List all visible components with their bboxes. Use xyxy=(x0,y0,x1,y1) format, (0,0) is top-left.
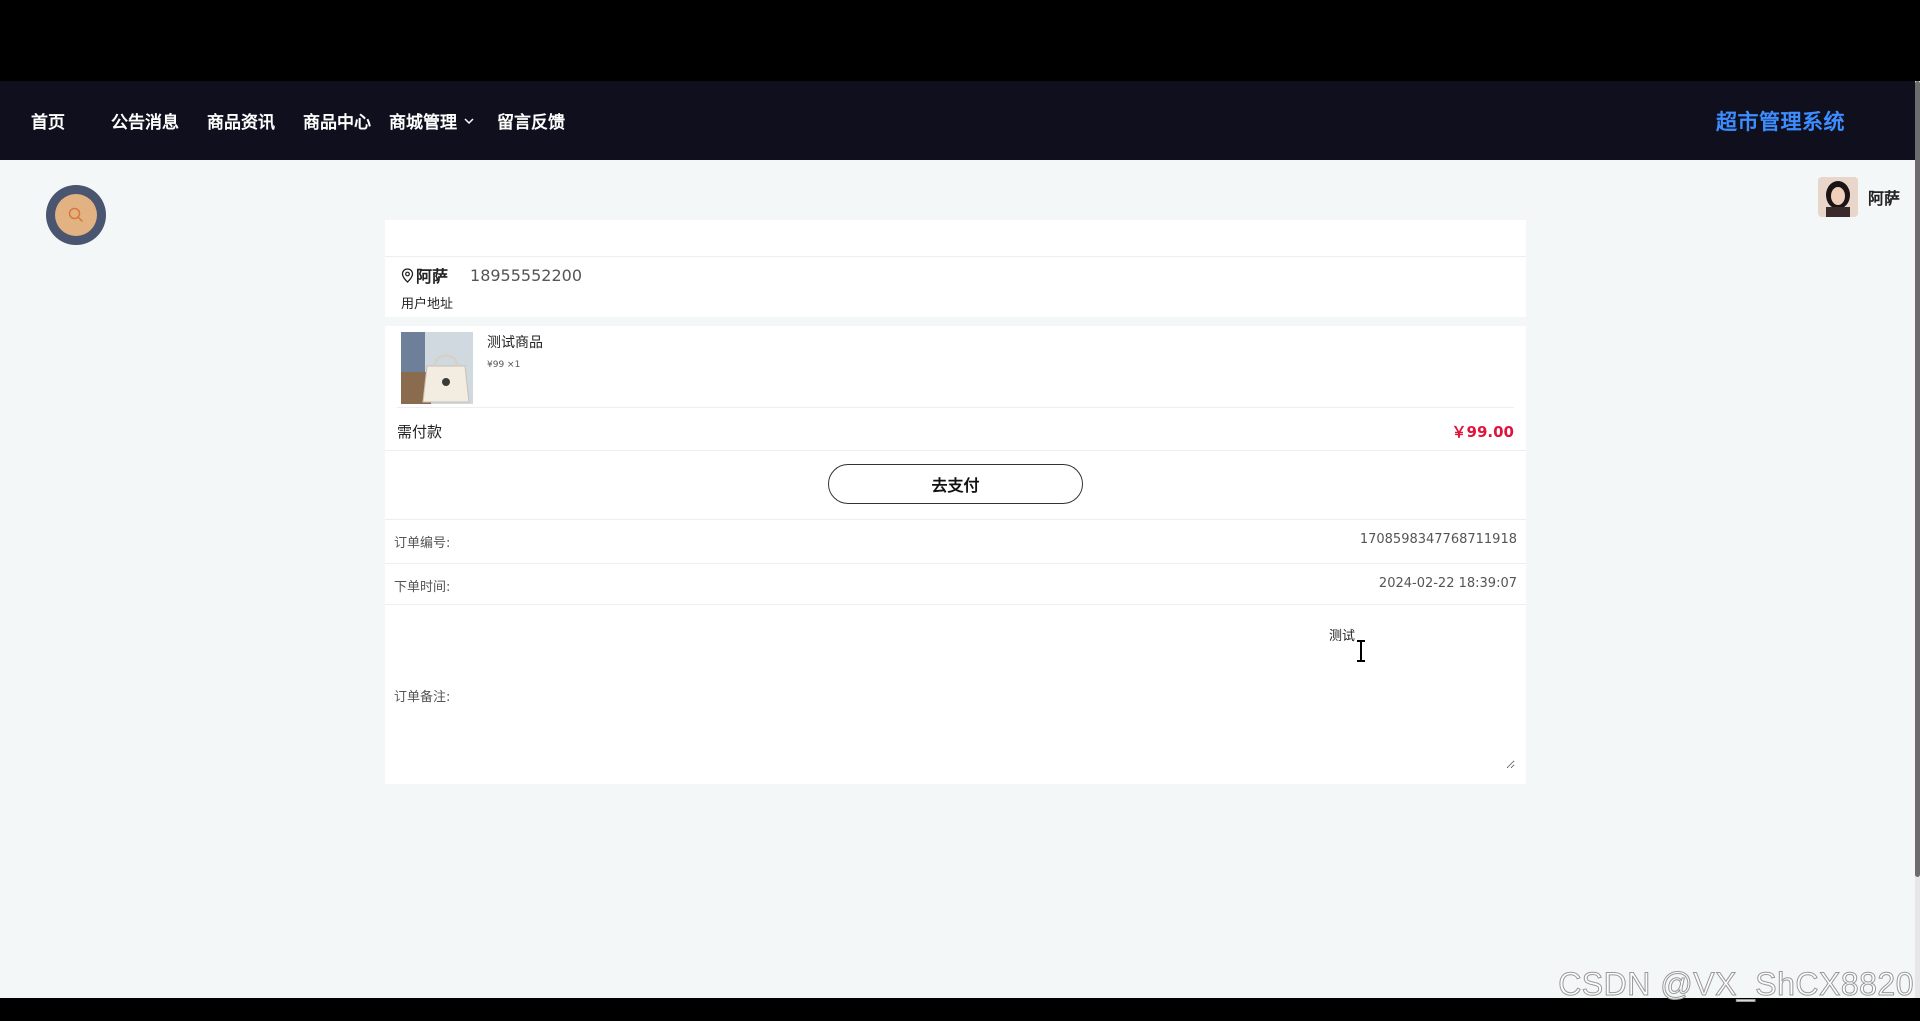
goods-photo-icon xyxy=(401,332,473,404)
address-panel[interactable]: 阿萨 18955552200 用户地址 xyxy=(385,257,1526,317)
order-time-value: 2024-02-22 18:39:07 xyxy=(1378,576,1517,591)
search-icon xyxy=(68,207,84,223)
watermark: CSDN @VX_ShCX8820 xyxy=(1558,966,1914,1003)
order-remark-input[interactable] xyxy=(585,613,1515,769)
goods-name: 测试商品 xyxy=(487,335,543,351)
amount-due-value: ￥99.00 xyxy=(1451,423,1514,441)
nav-item-product-news[interactable]: 商品资讯 xyxy=(207,108,275,133)
order-number-label: 订单编号: xyxy=(394,536,451,551)
scrollbar-thumb[interactable] xyxy=(1915,81,1920,877)
avatar xyxy=(1817,177,1858,217)
order-panel: 测试商品 ¥99 ×1 需付款 ￥99.00 去支付 订单编号: 1708598… xyxy=(385,326,1526,784)
address-name: 阿萨 xyxy=(416,267,449,286)
user-menu[interactable]: 阿萨 xyxy=(1817,177,1900,217)
nav-item-mall-management[interactable]: 商城管理 xyxy=(389,108,475,133)
address-phone: 18955552200 xyxy=(470,265,582,285)
address-detail: 用户地址 xyxy=(401,297,454,312)
nav-item-feedback[interactable]: 留言反馈 xyxy=(497,108,565,133)
goods-image[interactable] xyxy=(401,332,473,404)
nav-item-product-center[interactable]: 商品中心 xyxy=(303,108,371,133)
divider xyxy=(385,519,1526,520)
divider xyxy=(385,450,1526,451)
order-time-label: 下单时间: xyxy=(394,580,451,595)
text-cursor-icon xyxy=(1357,640,1365,662)
divider xyxy=(397,407,1514,408)
chevron-down-icon xyxy=(464,117,474,124)
amount-due-label: 需付款 xyxy=(397,423,443,441)
search-button[interactable] xyxy=(46,185,106,245)
brand-title: 超市管理系统 xyxy=(1716,109,1845,134)
order-number-value: 1708598347768711918 xyxy=(1359,532,1517,547)
address-line: 阿萨 18955552200 xyxy=(401,263,582,287)
pay-button[interactable]: 去支付 xyxy=(828,464,1083,504)
screen-top-bar xyxy=(0,0,1920,81)
user-name: 阿萨 xyxy=(1867,189,1900,208)
nav-item-notices[interactable]: 公告消息 xyxy=(111,108,179,133)
goods-price-qty: ¥99 ×1 xyxy=(487,360,521,370)
top-navbar: 首页 公告消息 商品资讯 商品中心 商城管理 留言反馈 超市管理系统 xyxy=(0,81,1915,160)
divider xyxy=(385,604,1526,605)
search-button-inner xyxy=(55,194,97,236)
nav-item-home[interactable]: 首页 xyxy=(31,108,65,133)
location-pin-icon xyxy=(401,267,414,283)
divider xyxy=(385,563,1526,564)
order-header-panel xyxy=(385,220,1526,257)
avatar-image-icon xyxy=(1817,177,1858,217)
order-remark-label: 订单备注: xyxy=(394,690,451,705)
nav-item-mall-management-label: 商城管理 xyxy=(389,113,457,133)
